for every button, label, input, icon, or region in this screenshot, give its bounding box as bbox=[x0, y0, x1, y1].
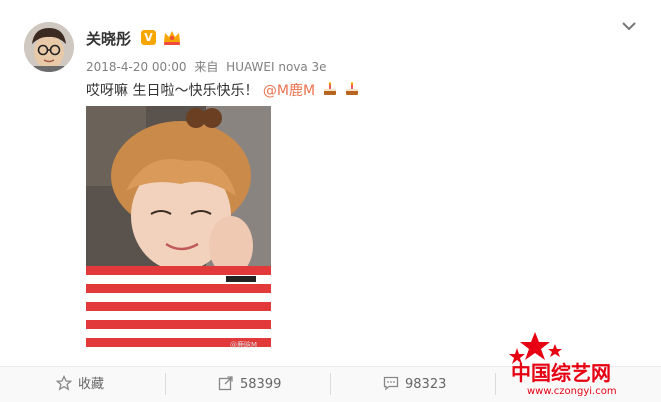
star-icon bbox=[56, 375, 72, 391]
post-photo[interactable] bbox=[86, 106, 271, 349]
repost-icon bbox=[218, 376, 233, 391]
site-logo: 中国综艺网 www.czongyi.com bbox=[509, 332, 617, 397]
vip-crown-icon bbox=[164, 31, 180, 45]
cake-icon bbox=[345, 82, 358, 95]
site-logo-url: www.czongyi.com bbox=[527, 386, 617, 397]
post-date[interactable]: 2018-4-20 00:00 bbox=[86, 60, 187, 74]
source-prefix: 来自 bbox=[194, 60, 219, 74]
action-divider bbox=[330, 373, 331, 395]
post-body: 哎呀嘛 生日啦～快乐快乐！ bbox=[86, 83, 259, 99]
username[interactable]: 关晓彤 bbox=[86, 28, 131, 49]
cake-icon bbox=[323, 82, 336, 95]
repost-button[interactable]: 58399 bbox=[218, 367, 281, 402]
post-text: 哎呀嘛 生日啦～快乐快乐！ @M鹿M bbox=[86, 80, 360, 100]
comment-button[interactable]: 98323 bbox=[383, 367, 446, 402]
verified-badge-icon: V bbox=[141, 30, 156, 45]
favorite-label: 收藏 bbox=[78, 377, 105, 392]
favorite-button[interactable]: 收藏 bbox=[56, 367, 104, 402]
avatar[interactable] bbox=[24, 22, 74, 72]
comment-count: 98323 bbox=[405, 377, 447, 392]
comment-icon bbox=[383, 376, 399, 391]
photo-image bbox=[86, 106, 271, 349]
site-logo-name: 中国综艺网 bbox=[511, 361, 611, 385]
post-source[interactable]: HUAWEI nova 3e bbox=[226, 60, 326, 74]
action-divider bbox=[165, 373, 166, 395]
repost-count: 58399 bbox=[240, 377, 282, 392]
photo-watermark: @鹿晗M bbox=[230, 341, 258, 349]
weibo-post-card: 关晓彤 V 2018-4-20 00:00 来自 HUAWEI nova 3e … bbox=[0, 0, 661, 402]
chevron-down-icon[interactable] bbox=[621, 20, 637, 32]
post-meta: 2018-4-20 00:00 来自 HUAWEI nova 3e bbox=[86, 58, 331, 75]
avatar-image bbox=[24, 22, 74, 72]
mention-link[interactable]: @M鹿M bbox=[263, 83, 315, 99]
action-divider bbox=[495, 373, 496, 395]
